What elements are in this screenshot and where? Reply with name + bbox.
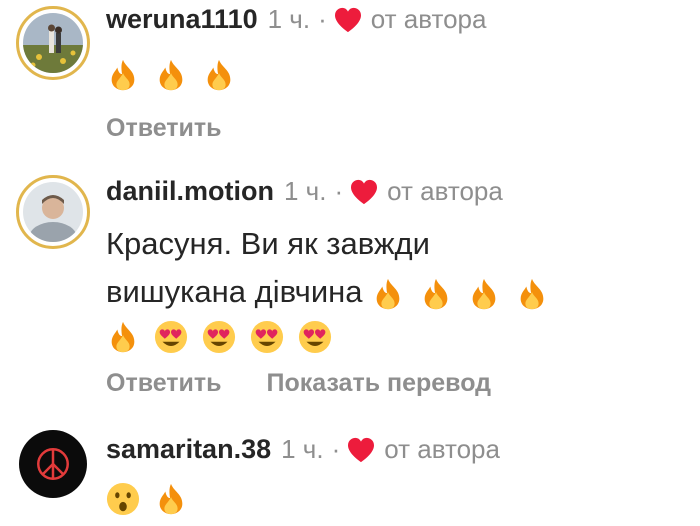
- comment-actions: Ответить: [106, 114, 260, 143]
- comment-text: [106, 58, 236, 92]
- reply-button[interactable]: Ответить: [106, 369, 222, 397]
- avatar-photo: [19, 430, 87, 498]
- separator-dot: ·: [334, 176, 344, 206]
- comment-actions: Ответить Показать перевод: [106, 369, 529, 398]
- fire-emoji: [106, 320, 140, 354]
- comment-text-line: вишукана дівчина: [106, 274, 363, 309]
- avatar[interactable]: [16, 175, 90, 249]
- avatar-photo: [23, 13, 83, 73]
- separator-dot: ·: [318, 4, 327, 34]
- heart-eyes-emoji: [298, 320, 332, 354]
- liked-by-author-label: от автора: [370, 4, 487, 34]
- username[interactable]: weruna1110: [106, 4, 258, 35]
- heart-eyes-emoji: [202, 320, 236, 354]
- username[interactable]: daniil.motion: [106, 176, 274, 207]
- show-translation-button[interactable]: Показать перевод: [266, 369, 491, 397]
- username[interactable]: samaritan.38: [106, 434, 271, 465]
- avatar-photo: [23, 182, 83, 242]
- separator-dot: ·: [331, 434, 341, 464]
- comment-text: Красуня. Ви як завжди вишукана дівчина: [106, 224, 549, 354]
- fire-emoji: [419, 277, 453, 311]
- timestamp: 1 ч.: [267, 4, 311, 34]
- fire-emoji: [202, 58, 236, 92]
- fire-emoji: [154, 482, 188, 516]
- avatar[interactable]: [19, 430, 87, 498]
- avatar[interactable]: [16, 6, 90, 80]
- fire-emoji: [467, 277, 501, 311]
- surprised-face-emoji: [106, 482, 140, 516]
- comment-text-line: Красуня. Ви як завжди: [106, 226, 430, 261]
- fire-emoji: [154, 58, 188, 92]
- heart-eyes-emoji: [154, 320, 188, 354]
- reply-button[interactable]: Ответить: [106, 114, 222, 142]
- heart-icon: [349, 179, 379, 205]
- timestamp: 1 ч.: [284, 176, 327, 206]
- comment-text: [106, 482, 188, 516]
- heart-icon: [333, 7, 363, 33]
- fire-emoji: [515, 277, 549, 311]
- fire-emoji: [106, 58, 140, 92]
- heart-eyes-emoji: [250, 320, 284, 354]
- liked-by-author-label: от автора: [384, 434, 500, 464]
- heart-icon: [346, 437, 376, 463]
- fire-emoji: [371, 277, 405, 311]
- liked-by-author-label: от автора: [387, 176, 503, 206]
- timestamp: 1 ч.: [281, 434, 324, 464]
